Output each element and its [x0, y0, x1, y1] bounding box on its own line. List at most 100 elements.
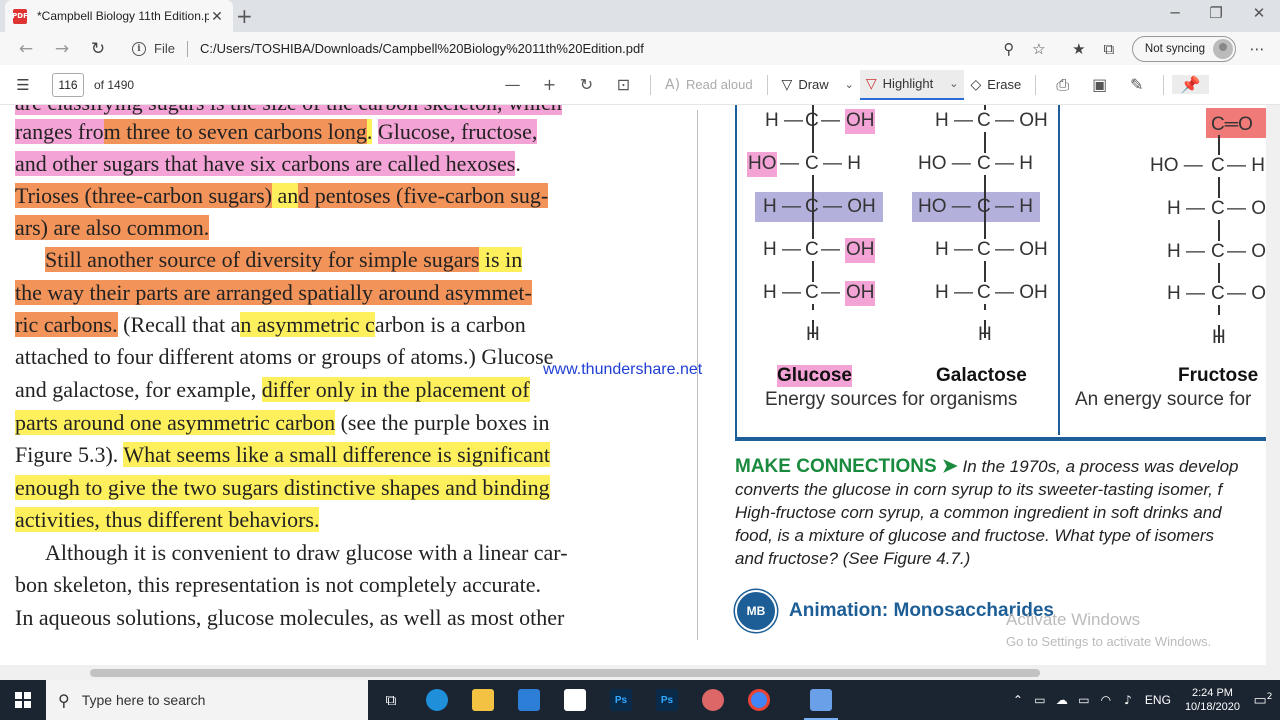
info-icon[interactable]: i: [132, 41, 146, 56]
recorder-app-icon[interactable]: [798, 680, 844, 720]
forward-icon[interactable]: →: [44, 39, 80, 59]
mc-line: and fructose? (See Figure 4.7.): [735, 549, 971, 568]
mail-icon[interactable]: [506, 680, 552, 720]
activate-windows-watermark: Activate Windows Go to Settings to activ…: [1006, 610, 1211, 649]
collections-icon[interactable]: ⧉: [1094, 40, 1124, 58]
mc-line: In the 1970s, a process was develop: [957, 457, 1239, 476]
page-number-input[interactable]: 116: [52, 72, 84, 97]
text-line: activities, thus different behaviors.: [15, 507, 320, 532]
divider: [650, 74, 651, 95]
highlight-button[interactable]: ▽ Highlight ⌄: [859, 69, 965, 100]
horizontal-scrollbar[interactable]: [0, 665, 1280, 680]
highlight-label: Highlight: [882, 76, 934, 91]
zoom-out-icon[interactable]: —: [494, 75, 531, 94]
minimize-icon[interactable]: ─: [1160, 4, 1190, 22]
vertical-scrollbar[interactable]: [1266, 105, 1280, 665]
text-line: and galactose, for example, differ only …: [15, 377, 530, 402]
search-placeholder: Type here to search: [81, 692, 206, 708]
taskbar-search[interactable]: ⚲ Type here to search: [46, 680, 368, 720]
clock-date: 10/18/2020: [1184, 701, 1240, 713]
back-icon[interactable]: ←: [8, 39, 44, 59]
pdf-file-icon: PDF: [12, 8, 28, 24]
refresh-icon[interactable]: ↻: [80, 39, 116, 59]
eraser-icon: ◇: [970, 76, 982, 93]
text-line: Although it is convenient to draw glucos…: [45, 540, 568, 565]
sync-button[interactable]: Not syncing: [1131, 35, 1236, 62]
contents-icon[interactable]: ☰: [0, 76, 46, 94]
figure-structures: H — C — OH HO — C — H H — C — OH H — C — OH H — C — OH…: [735, 105, 1280, 441]
notifications-icon[interactable]: ▭2: [1246, 692, 1280, 709]
chevron-down-icon[interactable]: ⌄: [949, 77, 958, 90]
windows-start-icon[interactable]: [0, 680, 46, 720]
text-line: parts around one asymmetric carbon (see …: [15, 410, 550, 435]
paint-icon[interactable]: [690, 680, 736, 720]
activate-title: Activate Windows: [1006, 610, 1141, 629]
pin-icon[interactable]: 📌: [1172, 75, 1210, 94]
task-view-icon[interactable]: ⧉: [368, 680, 414, 720]
address-scheme: File: [154, 41, 175, 56]
read-aloud-label: Read aloud: [686, 77, 753, 92]
photoshop-icon[interactable]: Ps: [598, 680, 644, 720]
network-icon[interactable]: ▭: [1073, 693, 1095, 707]
search-icon: ⚲: [58, 690, 70, 710]
file-explorer-icon[interactable]: [460, 680, 506, 720]
page-total: of 1490: [94, 77, 135, 92]
clock[interactable]: 2:24 PM 10/18/2020: [1185, 686, 1240, 714]
mc-line: High-fructose corn syrup, a common ingre…: [735, 503, 1222, 522]
favorite-star-icon[interactable]: ☆: [1024, 40, 1054, 58]
close-tab-icon[interactable]: ✕: [209, 8, 225, 25]
erase-label: Erase: [987, 77, 1022, 92]
url-text[interactable]: C:/Users/TOSHIBA/Downloads/Campbell%20Bi…: [200, 41, 644, 56]
close-window-icon[interactable]: ✕: [1244, 4, 1274, 22]
figure-divider: [1058, 105, 1060, 435]
address-bar-row: ← → ↻ i File C:/Users/TOSHIBA/Downloads/…: [0, 32, 1280, 65]
rotate-icon[interactable]: ↻: [568, 75, 605, 94]
address-field[interactable]: i File C:/Users/TOSHIBA/Downloads/Campbe…: [132, 35, 994, 63]
fructose-label: Fructose: [1178, 365, 1259, 386]
mastering-biology-icon: MB: [735, 590, 777, 632]
column-divider: [697, 110, 698, 640]
zoom-in-icon[interactable]: +: [531, 75, 568, 94]
language-indicator[interactable]: ENG: [1145, 693, 1171, 707]
highlighter-icon: ▽: [865, 75, 877, 92]
new-tab-icon[interactable]: +: [236, 4, 253, 28]
text-line: ric carbons. (Recall that an asymmetric …: [15, 312, 526, 337]
edge-icon[interactable]: [414, 680, 460, 720]
fit-page-icon[interactable]: ⊡: [605, 75, 642, 94]
read-aloud-icon: A): [665, 76, 681, 93]
volume-icon[interactable]: ♪: [1117, 693, 1139, 707]
galactose-label: Galactose: [936, 365, 1027, 386]
save-as-icon[interactable]: ✎: [1118, 75, 1155, 94]
chevron-down-icon[interactable]: ⌄: [845, 78, 854, 91]
chrome-icon[interactable]: [736, 680, 782, 720]
maximize-icon[interactable]: ❐: [1201, 4, 1231, 22]
save-icon[interactable]: ▣: [1081, 75, 1118, 94]
more-menu-icon[interactable]: ⋯: [1242, 40, 1272, 58]
horizontal-scroll-thumb[interactable]: [90, 669, 1040, 677]
fructose-desc: An energy source for: [1075, 389, 1252, 410]
text-line: Figure 5.3). What seems like a small dif…: [15, 442, 550, 467]
print-icon[interactable]: ⎙: [1044, 75, 1081, 95]
tab-active[interactable]: PDF *Campbell Biology 11th Edition.p ✕: [5, 0, 233, 32]
make-connections: MAKE CONNECTIONS ➤ In the 1970s, a proce…: [735, 455, 1275, 570]
tab-title: *Campbell Biology 11th Edition.p: [37, 9, 209, 23]
divider: [1035, 74, 1037, 95]
cloud-icon[interactable]: ☁: [1051, 693, 1073, 707]
mc-line: converts the glucose in corn syrup to it…: [735, 480, 1223, 499]
read-aloud-button[interactable]: A) Read aloud: [659, 70, 759, 100]
chevron-up-icon[interactable]: ⌃: [1007, 693, 1029, 707]
pdf-page-view: are classifying sugars is the size of th…: [0, 105, 1280, 665]
erase-button[interactable]: ◇ Erase: [964, 70, 1027, 100]
zoom-icon[interactable]: ⚲: [994, 40, 1024, 58]
wifi-icon[interactable]: ◠: [1095, 693, 1117, 707]
figure-border: [735, 105, 737, 441]
draw-button[interactable]: ▽ Draw ⌄: [776, 70, 860, 100]
avatar: [1213, 38, 1233, 59]
battery-icon[interactable]: ▭: [1029, 693, 1051, 707]
tab-strip: PDF *Campbell Biology 11th Edition.p ✕ +…: [0, 0, 1280, 32]
divider: [766, 74, 768, 95]
photoshop-icon[interactable]: Ps: [644, 680, 690, 720]
store-icon[interactable]: [552, 680, 598, 720]
favorites-icon[interactable]: ★: [1064, 40, 1094, 58]
make-connections-heading: MAKE CONNECTIONS ➤: [735, 456, 958, 477]
